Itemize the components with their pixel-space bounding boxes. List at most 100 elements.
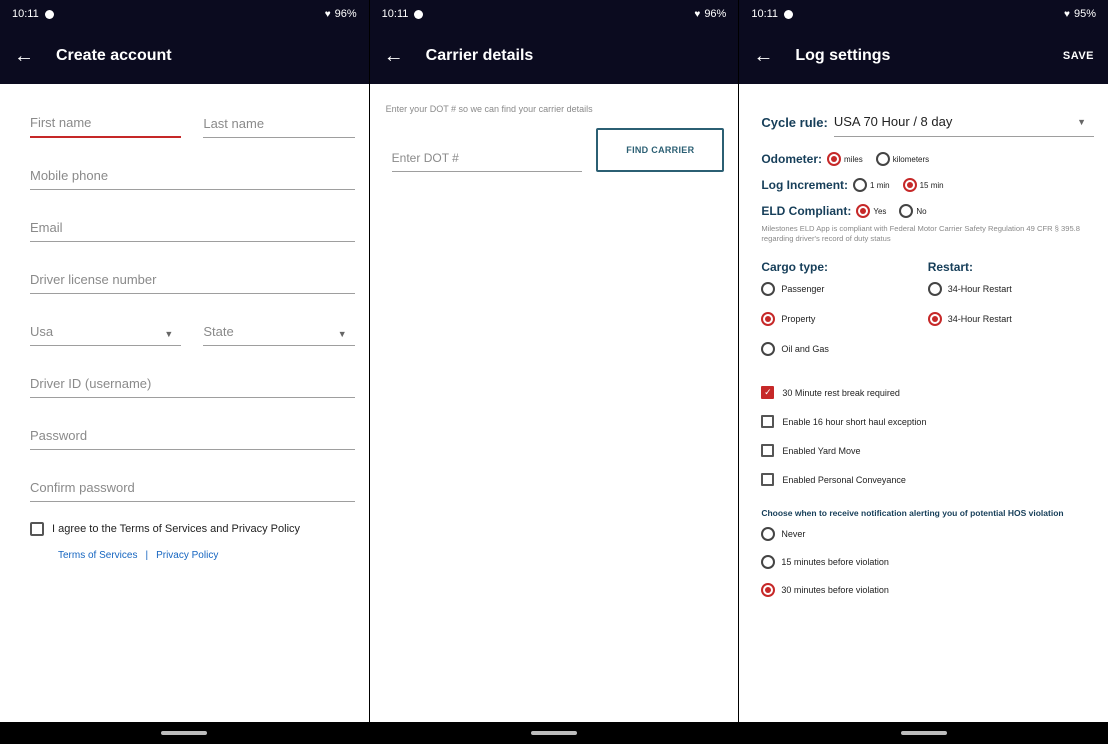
personal-conveyance-check[interactable]: Enabled Personal Conveyance bbox=[761, 473, 1094, 486]
log-settings-screen: 10:11 ♥ 95% ← Log settings SAVE Cycle rul… bbox=[739, 0, 1108, 744]
radio-icon bbox=[761, 312, 776, 326]
wifi-icon: ♥ bbox=[324, 8, 331, 20]
state-select[interactable]: State ▼ bbox=[203, 306, 355, 346]
create-account-screen: 10:11 ♥ 96% ← Create account First name L… bbox=[0, 0, 369, 744]
wifi-icon: ♥ bbox=[1064, 8, 1070, 20]
last-name-field[interactable]: Last name bbox=[203, 98, 355, 138]
back-arrow-icon[interactable]: ← bbox=[384, 45, 426, 68]
home-handle[interactable] bbox=[161, 731, 208, 735]
nav-bar bbox=[369, 722, 739, 744]
odometer-row: Odometer: miles kilometers bbox=[761, 152, 930, 166]
increment-15min[interactable]: 15 min bbox=[902, 178, 944, 192]
radio-icon bbox=[761, 342, 776, 356]
nav-bar bbox=[0, 722, 369, 744]
find-carrier-button[interactable]: FIND CARRIER bbox=[596, 128, 725, 172]
eld-note: Milestones ELD App is compliant with Fed… bbox=[761, 224, 1081, 243]
app-bar: ← Carrier details bbox=[369, 28, 739, 84]
terms-link[interactable]: Terms of Services bbox=[58, 550, 137, 561]
status-bar: 10:11 ♥ 96% bbox=[0, 0, 369, 28]
clock: 10:11 bbox=[12, 8, 39, 20]
radio-icon bbox=[761, 282, 776, 296]
checkbox-icon bbox=[761, 444, 775, 457]
radio-icon bbox=[827, 152, 842, 166]
eld-compliant-row: ELD Compliant: Yes No bbox=[761, 204, 927, 218]
rule-checkboxes: ✓ 30 Minute rest break required Enable 16… bbox=[761, 386, 1094, 486]
save-button[interactable]: SAVE bbox=[1063, 50, 1094, 62]
mobile-phone-field[interactable]: Mobile phone bbox=[30, 150, 355, 190]
wifi-icon: ♥ bbox=[694, 8, 701, 20]
log-settings-form: Cycle rule: USA 70 Hour / 8 day ▼ Odomete… bbox=[739, 84, 1108, 597]
battery-level: 96% bbox=[334, 8, 357, 20]
agree-checkbox[interactable] bbox=[30, 522, 44, 536]
home-handle[interactable] bbox=[531, 731, 577, 735]
odometer-miles[interactable]: miles bbox=[827, 152, 863, 166]
status-bar: 10:11 ♥ 95% bbox=[739, 0, 1108, 28]
radio-icon bbox=[875, 152, 890, 166]
radio-icon bbox=[761, 527, 776, 541]
restart-option-1[interactable]: 34-Hour Restart bbox=[927, 282, 1086, 296]
clock: 10:11 bbox=[381, 8, 409, 20]
legal-links: Terms of Services | Privacy Policy bbox=[58, 550, 369, 561]
home-handle[interactable] bbox=[900, 731, 947, 735]
back-arrow-icon[interactable]: ← bbox=[753, 45, 795, 68]
cargo-passenger[interactable]: Passenger bbox=[761, 282, 919, 296]
rest-break-check[interactable]: ✓ 30 Minute rest break required bbox=[761, 386, 1094, 399]
status-bar: 10:11 ♥ 96% bbox=[369, 0, 739, 28]
checkbox-icon bbox=[761, 473, 775, 486]
yard-move-check[interactable]: Enabled Yard Move bbox=[761, 444, 1094, 457]
carrier-details-screen: 10:11 ♥ 96% ← Carrier details Enter your … bbox=[369, 0, 739, 744]
dot-row: Enter DOT # FIND CARRIER bbox=[370, 114, 739, 172]
short-haul-check[interactable]: Enable 16 hour short haul exception bbox=[761, 415, 1094, 428]
link-separator: | bbox=[145, 550, 149, 561]
notif-30min[interactable]: 30 minutes before violation bbox=[761, 583, 1086, 597]
page-title: Create account bbox=[56, 47, 172, 64]
email-field[interactable]: Email bbox=[30, 202, 355, 242]
privacy-link[interactable]: Privacy Policy bbox=[156, 550, 218, 561]
app-bar: ← Log settings SAVE bbox=[739, 28, 1108, 84]
agree-label: I agree to the Terms of Services and Pri… bbox=[52, 523, 301, 535]
cargo-type-label: Cargo type: bbox=[761, 260, 829, 274]
dropdown-icon: ▼ bbox=[164, 329, 174, 339]
battery-level: 95% bbox=[1073, 8, 1097, 20]
cargo-restart-section: Cargo type: Passenger Property Oil and G… bbox=[761, 260, 1094, 372]
eld-no[interactable]: No bbox=[899, 204, 927, 218]
notification-icon bbox=[784, 9, 794, 19]
terms-agreement[interactable]: I agree to the Terms of Services and Pri… bbox=[30, 522, 369, 536]
notification-options: Never 15 minutes before violation 30 min… bbox=[761, 527, 1094, 597]
cycle-rule-row: Cycle rule: USA 70 Hour / 8 day ▼ bbox=[761, 104, 1095, 140]
cargo-oil-gas[interactable]: Oil and Gas bbox=[761, 342, 919, 356]
nav-bar bbox=[739, 722, 1108, 744]
dot-input[interactable]: Enter DOT # bbox=[391, 138, 583, 172]
radio-icon bbox=[927, 312, 942, 326]
log-increment-row: Log Increment: 1 min 15 min bbox=[761, 178, 944, 192]
cycle-rule-label: Cycle rule: bbox=[761, 114, 828, 130]
increment-1min[interactable]: 1 min bbox=[853, 178, 890, 192]
cycle-rule-select[interactable]: USA 70 Hour / 8 day ▼ bbox=[833, 107, 1095, 137]
page-title: Log settings bbox=[795, 47, 891, 64]
restart-option-2[interactable]: 34-Hour Restart bbox=[927, 312, 1086, 326]
radio-icon bbox=[856, 204, 871, 218]
cargo-type-group: Cargo type: Passenger Property Oil and G… bbox=[761, 260, 927, 372]
confirm-password-field[interactable]: Confirm password bbox=[30, 462, 355, 502]
password-field[interactable]: Password bbox=[30, 410, 355, 450]
radio-icon bbox=[899, 204, 914, 218]
notification-icon bbox=[414, 9, 424, 19]
notif-never[interactable]: Never bbox=[761, 527, 1086, 541]
checkbox-checked-icon: ✓ bbox=[761, 386, 775, 399]
radio-icon bbox=[761, 583, 776, 597]
country-select[interactable]: Usa ▼ bbox=[30, 306, 182, 346]
odometer-kilometers[interactable]: kilometers bbox=[875, 152, 929, 166]
create-account-form: First name Last name Mobile phone Email … bbox=[0, 84, 369, 502]
page-title: Carrier details bbox=[425, 47, 534, 64]
restart-group: Restart: 34-Hour Restart 34-Hour Restart bbox=[927, 260, 1094, 372]
restart-label: Restart: bbox=[927, 260, 974, 274]
notification-title: Choose when to receive notification aler… bbox=[761, 508, 1064, 518]
first-name-field[interactable]: First name bbox=[30, 98, 182, 138]
eld-yes[interactable]: Yes bbox=[856, 204, 886, 218]
driver-license-field[interactable]: Driver license number bbox=[30, 254, 355, 294]
notif-15min[interactable]: 15 minutes before violation bbox=[761, 555, 1086, 569]
back-arrow-icon[interactable]: ← bbox=[14, 45, 56, 68]
cargo-property[interactable]: Property bbox=[761, 312, 919, 326]
driver-id-field[interactable]: Driver ID (username) bbox=[30, 358, 355, 398]
radio-icon bbox=[927, 282, 942, 296]
